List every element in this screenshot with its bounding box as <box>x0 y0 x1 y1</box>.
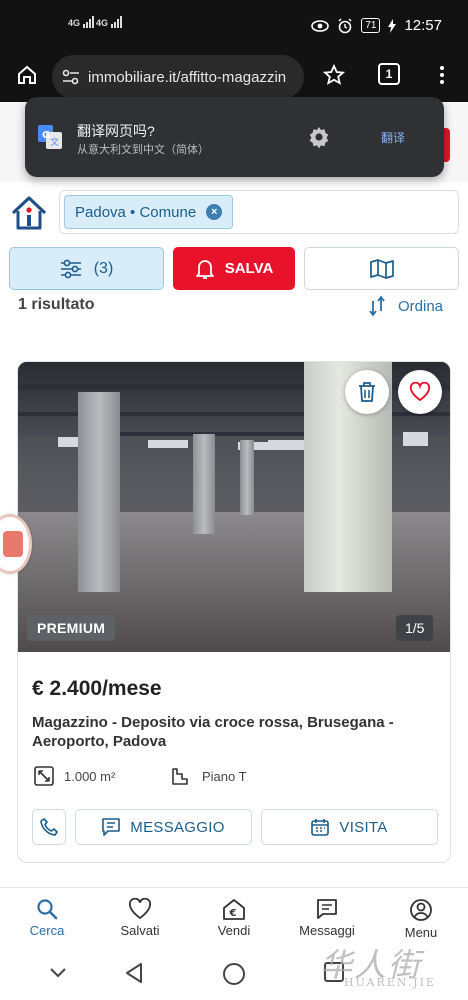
floor-value: Piano T <box>202 768 247 784</box>
location-chip[interactable]: Padova • Comune × <box>64 195 234 229</box>
call-button[interactable] <box>32 809 66 845</box>
immobiliare-logo-icon[interactable] <box>10 194 48 232</box>
star-icon[interactable] <box>323 64 345 86</box>
calendar-icon <box>311 819 330 836</box>
visit-button[interactable]: VISITA <box>261 809 438 845</box>
svg-text:G: G <box>42 130 50 141</box>
favorite-button[interactable] <box>398 370 442 414</box>
nav-label-vendi: Vendi <box>217 923 251 938</box>
message-button-label: MESSAGGIO <box>130 818 225 836</box>
delete-button[interactable] <box>345 370 389 414</box>
translate-subtitle: 从意大利文到中文（简体） <box>77 144 209 156</box>
filters-button[interactable]: (3) <box>9 247 164 290</box>
nav-label-menu: Menu <box>404 925 438 940</box>
translate-popup: G文 翻译网页吗? 从意大利文到中文（简体） 翻译 <box>25 97 444 177</box>
sort-button[interactable]: Ordina <box>368 295 443 317</box>
watermark-en: HUAREN.JIE <box>344 976 436 989</box>
listing-card[interactable]: PREMIUM 1/5 € 2.400/mese Magazzino - Dep… <box>17 361 451 863</box>
back-icon[interactable] <box>124 962 144 984</box>
user-icon <box>410 899 432 921</box>
listing-photo[interactable]: PREMIUM 1/5 <box>18 362 450 652</box>
map-view-button[interactable] <box>304 247 459 290</box>
message-button[interactable]: MESSAGGIO <box>75 809 252 845</box>
nav-label-salvati: Salvati <box>120 923 160 938</box>
home-icon[interactable] <box>16 64 38 86</box>
euro-house-icon: € <box>223 899 245 920</box>
premium-badge: PREMIUM <box>27 615 116 641</box>
nav-label-messaggi: Messaggi <box>299 923 355 938</box>
charging-icon <box>388 18 397 33</box>
area-value: 1.000 m² <box>64 768 116 784</box>
remove-chip-icon[interactable]: × <box>206 204 223 220</box>
translate-title: 翻译网页吗? <box>77 123 155 139</box>
heart-icon <box>409 382 431 402</box>
trash-icon <box>359 382 375 402</box>
battery-level: 71 <box>361 18 381 33</box>
signal-2-label: 4G <box>96 18 109 28</box>
clock: 12:57 <box>404 17 442 34</box>
tab-switcher-button[interactable]: 1 <box>378 63 400 85</box>
area-feature: 1.000 m² <box>34 766 115 786</box>
nav-item-messaggi[interactable]: Messaggi <box>287 898 367 938</box>
filter-sliders-icon <box>60 259 81 278</box>
alarm-icon <box>338 17 352 33</box>
signal-1-label: 4G <box>68 18 81 28</box>
results-count: 1 risultato <box>18 296 95 313</box>
bottom-navigation: Cerca Salvati € Vendi Messaggi Menu <box>0 887 468 947</box>
location-search-field[interactable]: Padova • Comune × <box>59 190 459 234</box>
more-options-icon[interactable] <box>432 64 452 86</box>
floor-feature: Piano T <box>172 766 247 786</box>
sort-label: Ordina <box>398 297 444 315</box>
heart-icon <box>128 898 152 920</box>
home-circle-icon[interactable] <box>222 962 246 986</box>
bell-icon <box>195 259 214 279</box>
location-chip-label: Padova • Comune <box>75 203 197 221</box>
google-translate-icon: G文 <box>38 125 62 149</box>
sort-icon <box>369 295 385 317</box>
site-settings-icon[interactable] <box>62 69 80 85</box>
search-icon <box>37 899 58 920</box>
signal-2-icon: 4G <box>96 16 123 28</box>
eye-icon <box>311 19 330 32</box>
nav-item-vendi[interactable]: € Vendi <box>194 898 274 938</box>
status-bar: 4G 4G 71 12:57 <box>0 0 468 52</box>
watermark-logo: 华人街 HUAREN.JIE <box>320 940 434 989</box>
save-search-label: SALVA <box>224 260 274 277</box>
url-text: immobiliare.it/affitto-magazzin <box>88 68 287 86</box>
message-icon <box>317 899 337 919</box>
nav-item-salvati[interactable]: Salvati <box>100 898 180 938</box>
url-field[interactable]: immobiliare.it/affitto-magazzin <box>52 55 304 99</box>
visit-button-label: VISITA <box>339 818 388 836</box>
phone-icon <box>40 818 58 836</box>
photo-counter: 1/5 <box>396 615 434 641</box>
gear-icon[interactable] <box>307 125 331 149</box>
filter-count: (3) <box>93 259 114 277</box>
message-icon <box>102 818 121 836</box>
area-icon <box>34 766 54 786</box>
save-search-button[interactable]: SALVA <box>173 247 295 290</box>
listing-price: € 2.400/mese <box>32 677 162 700</box>
translate-button[interactable]: 翻译 <box>381 129 405 146</box>
nav-item-menu[interactable]: Menu <box>381 898 461 940</box>
svg-text:文: 文 <box>50 136 59 148</box>
stairs-icon <box>172 768 188 785</box>
map-icon <box>369 258 394 279</box>
chevron-down-icon[interactable] <box>49 967 67 979</box>
listing-title[interactable]: Magazzino - Deposito via croce rossa, Br… <box>32 713 432 751</box>
nav-label-cerca: Cerca <box>29 923 65 938</box>
signal-1-icon: 4G <box>68 16 95 28</box>
svg-text:€: € <box>229 908 237 919</box>
nav-item-cerca[interactable]: Cerca <box>7 898 87 938</box>
